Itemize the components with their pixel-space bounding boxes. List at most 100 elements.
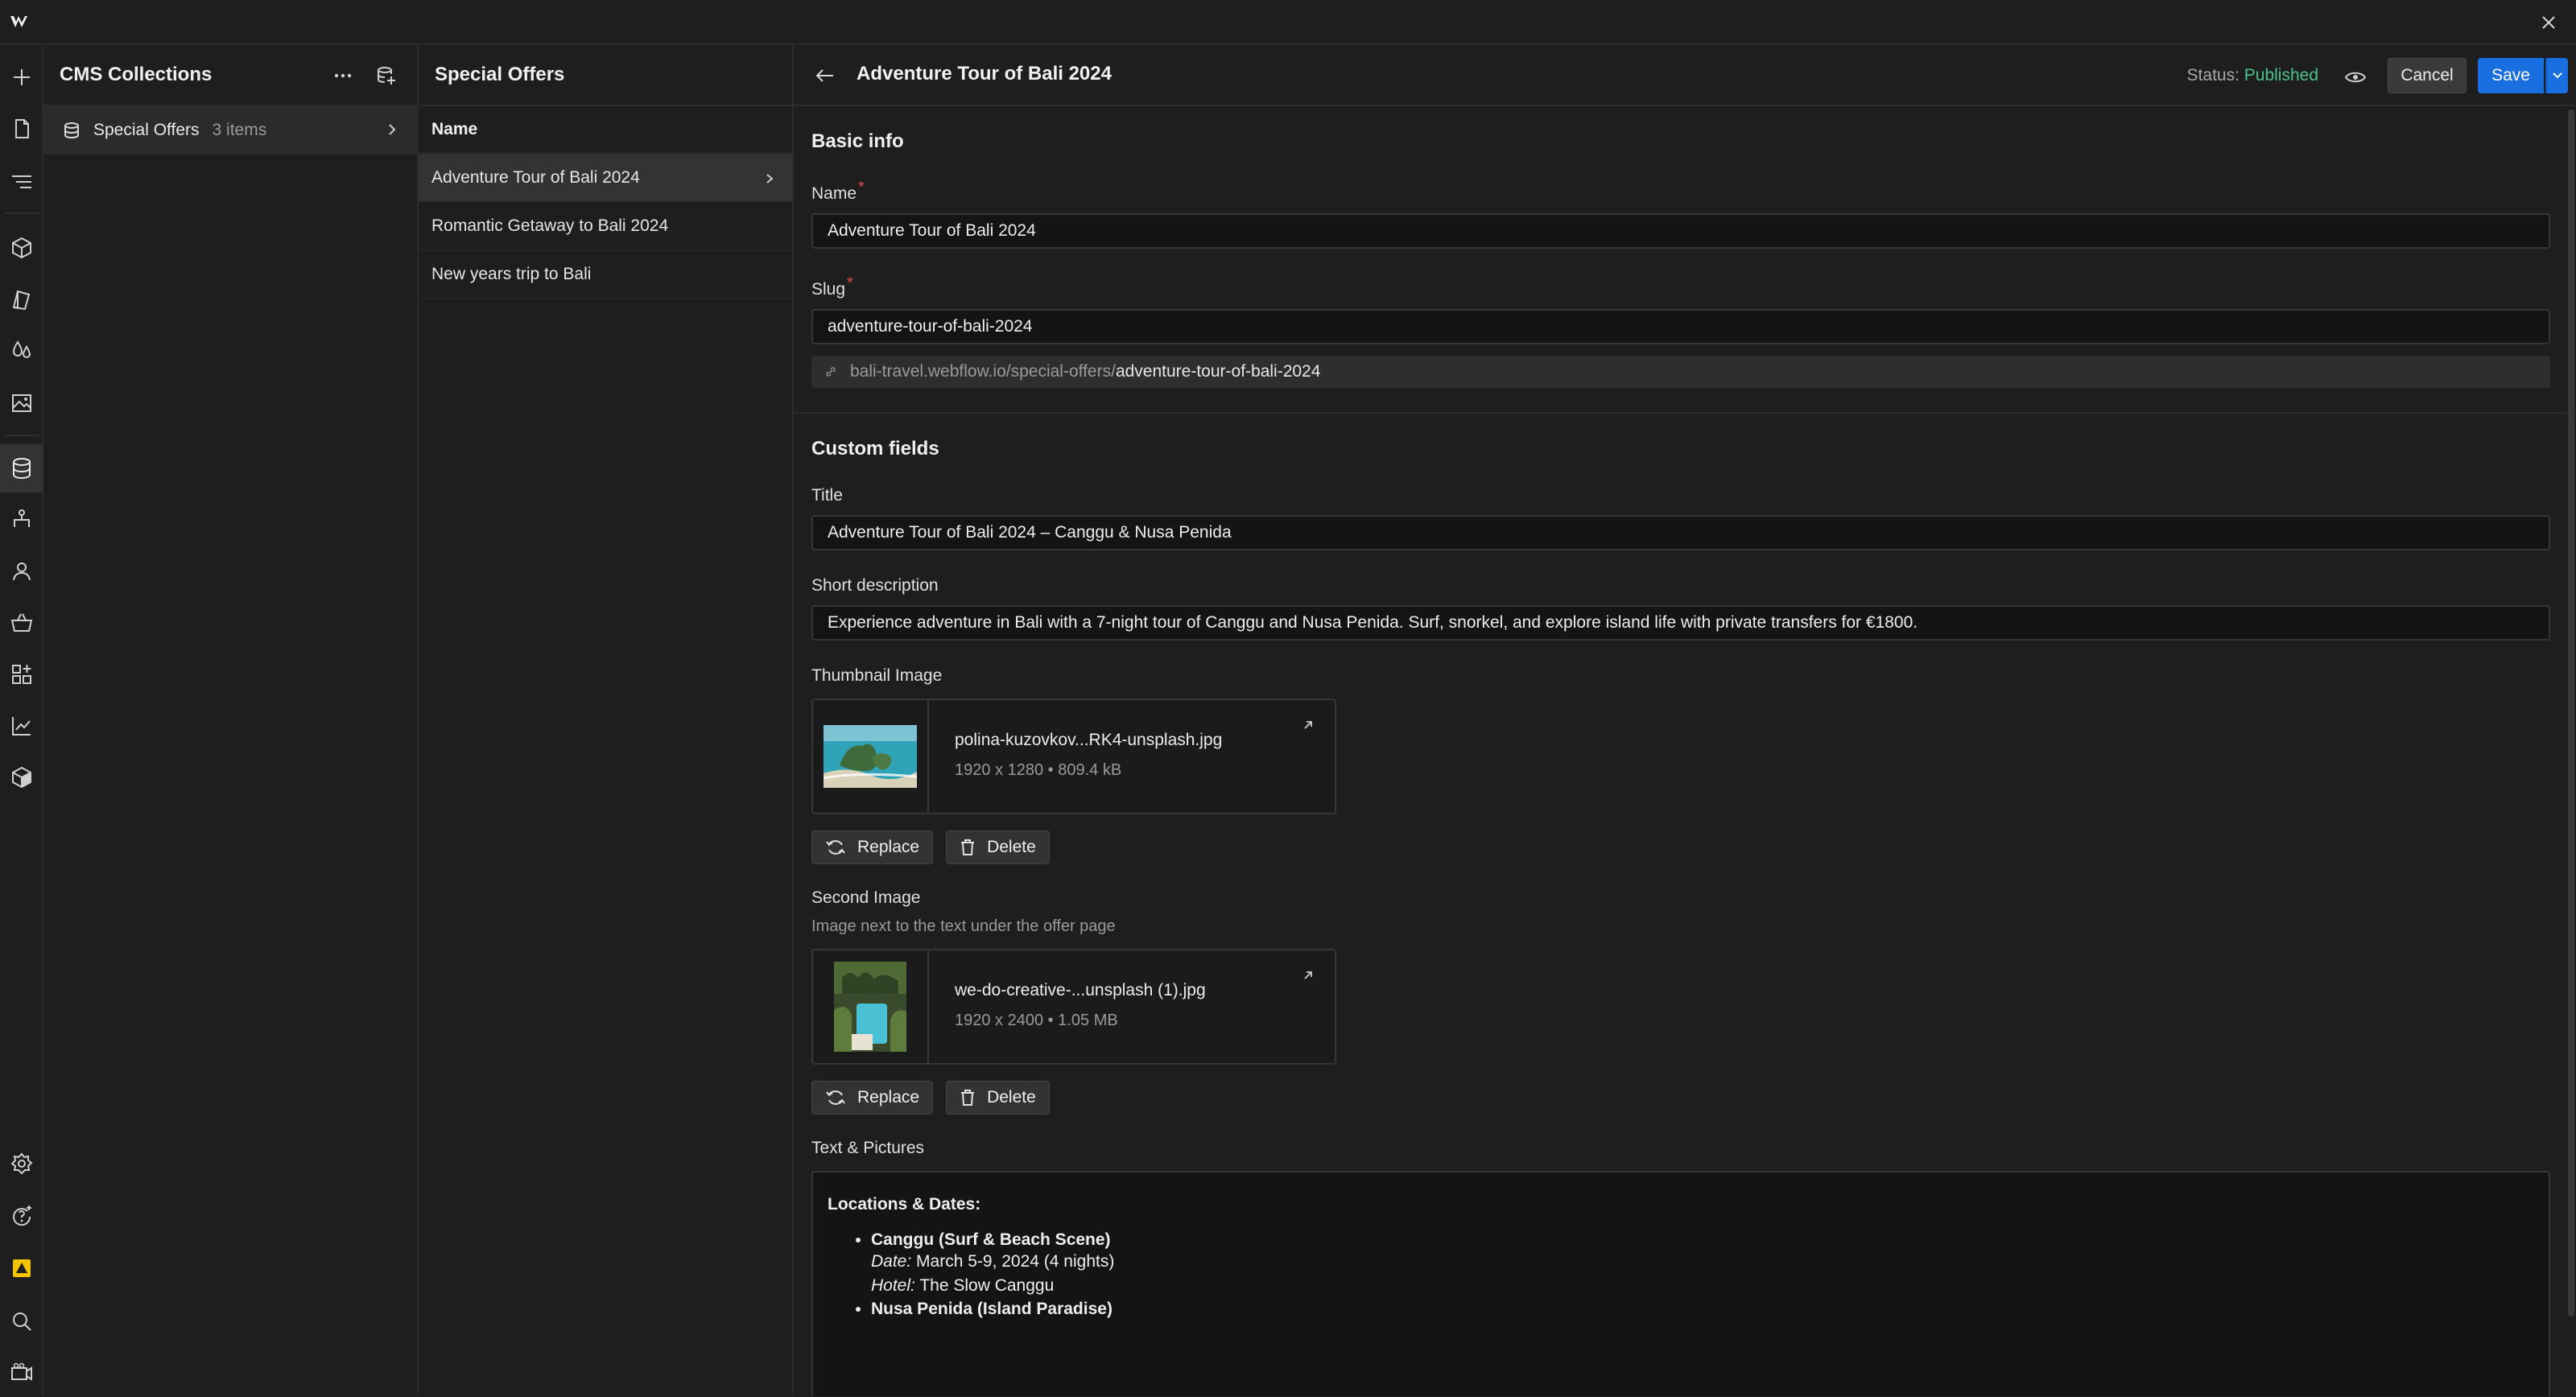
second-image-preview xyxy=(813,950,929,1063)
slug-url-preview[interactable]: bali-travel.webflow.io/special-offers/ad… xyxy=(811,356,2550,388)
replace-label: Replace xyxy=(857,1088,920,1106)
second-image-filename: we-do-creative-...unsplash (1).jpg xyxy=(955,981,1206,999)
location-title: Nusa Penida (Island Paradise) xyxy=(871,1300,1113,1318)
custom-fields-section: Custom fields Title Adventure Tour of Ba… xyxy=(794,438,2576,1396)
collections-header: CMS Collections xyxy=(43,45,417,106)
users-icon[interactable] xyxy=(0,547,43,595)
delete-second-image-button[interactable]: Delete xyxy=(946,1081,1050,1115)
items-header: Special Offers xyxy=(419,45,792,106)
editor-header: Adventure Tour of Bali 2024 Status: Publ… xyxy=(794,45,2576,106)
assets-icon[interactable] xyxy=(0,378,43,427)
thumbnail-preview xyxy=(813,700,929,813)
item-label: Romantic Getaway to Bali 2024 xyxy=(431,216,669,235)
editor-scrollbar[interactable] xyxy=(2568,109,2574,1317)
name-input[interactable]: Adventure Tour of Bali 2024 xyxy=(811,213,2550,249)
cms-collections-panel: CMS Collections Special Offers 3 items xyxy=(43,45,419,1396)
help-icon[interactable] xyxy=(0,1191,43,1239)
cancel-button[interactable]: Cancel xyxy=(2388,58,2467,93)
name-field-label: Name * xyxy=(811,179,865,203)
text-pictures-label: Text & Pictures xyxy=(811,1139,925,1157)
delete-label: Delete xyxy=(987,1088,1036,1106)
title-input[interactable]: Adventure Tour of Bali 2024 – Canggu & N… xyxy=(811,515,2550,550)
delete-thumbnail-button[interactable]: Delete xyxy=(946,830,1050,864)
audit-icon[interactable] xyxy=(0,1244,43,1292)
trash-icon xyxy=(960,1089,976,1106)
add-collection-icon[interactable] xyxy=(372,61,401,90)
second-image-meta: 1920 x 2400 • 1.05 MB xyxy=(955,1012,1118,1029)
items-title: Special Offers xyxy=(435,64,565,85)
navigator-icon[interactable] xyxy=(0,158,43,206)
thumbnail-image-card[interactable]: polina-kuzovkov...RK4-unsplash.jpg 1920 … xyxy=(811,698,1336,814)
libraries-icon[interactable] xyxy=(0,753,43,802)
open-external-icon[interactable] xyxy=(1296,963,1320,987)
item-label: New years trip to Bali xyxy=(431,265,592,283)
rich-text-editor[interactable]: Locations & Dates: Canggu (Surf & Beach … xyxy=(811,1171,2550,1396)
url-slug: adventure-tour-of-bali-2024 xyxy=(1115,362,1321,381)
more-options-icon[interactable] xyxy=(328,61,357,90)
collection-items-panel: Special Offers Name Adventure Tour of Ba… xyxy=(419,45,794,1396)
replace-second-image-button[interactable]: Replace xyxy=(811,1081,934,1115)
video-icon[interactable] xyxy=(0,1349,43,1397)
top-bar xyxy=(0,0,2576,45)
short-description-input[interactable]: Experience adventure in Bali with a 7-ni… xyxy=(811,605,2550,641)
back-arrow-icon[interactable] xyxy=(810,61,839,90)
rail-divider xyxy=(5,212,39,214)
apps-icon[interactable] xyxy=(0,650,43,698)
name-column-header[interactable]: Name xyxy=(419,106,792,155)
short-description-value: Experience adventure in Bali with a 7-ni… xyxy=(828,613,1918,632)
basic-info-heading: Basic info xyxy=(811,130,904,152)
name-input-value: Adventure Tour of Bali 2024 xyxy=(828,221,1036,240)
save-options-chevron-down-icon[interactable] xyxy=(2545,58,2568,93)
database-icon xyxy=(63,122,80,139)
list-item[interactable]: Adventure Tour of Bali 2024 xyxy=(419,155,792,203)
insights-icon[interactable] xyxy=(0,702,43,750)
short-description-label: Short description xyxy=(811,576,939,595)
delete-label: Delete xyxy=(987,838,1036,856)
second-image-hint: Image next to the text under the offer p… xyxy=(811,917,1116,935)
ecommerce-icon[interactable] xyxy=(0,599,43,647)
left-toolbar xyxy=(0,45,43,1396)
url-base: bali-travel.webflow.io/special-offers/ xyxy=(850,362,1116,381)
basic-info-section: Basic info Name * Adventure Tour of Bali … xyxy=(794,130,2576,388)
refresh-icon xyxy=(825,1089,846,1106)
collection-item-special-offers[interactable]: Special Offers 3 items xyxy=(43,106,417,155)
save-button[interactable]: Save xyxy=(2478,58,2544,93)
thumbnail-actions: Replace Delete xyxy=(811,830,2558,864)
collections-title: CMS Collections xyxy=(60,64,213,85)
second-image-card[interactable]: we-do-creative-...unsplash (1).jpg 1920 … xyxy=(811,949,1336,1065)
trash-icon xyxy=(960,839,976,856)
style-guide-icon[interactable] xyxy=(0,275,43,323)
thumbnail-beach-image xyxy=(824,725,917,788)
replace-label: Replace xyxy=(857,838,920,856)
hotel-value: The Slow Canggu xyxy=(919,1276,1055,1295)
webflow-logo-icon[interactable] xyxy=(0,0,43,43)
pages-icon[interactable] xyxy=(0,105,43,153)
variables-icon[interactable] xyxy=(0,327,43,375)
preview-eye-icon[interactable] xyxy=(2341,63,2370,92)
collection-count: 3 items xyxy=(212,121,267,139)
list-item[interactable]: Romantic Getaway to Bali 2024 xyxy=(419,203,792,251)
logic-icon[interactable] xyxy=(0,496,43,544)
list-item[interactable]: New years trip to Bali xyxy=(419,251,792,299)
status-label: Status: xyxy=(2186,66,2240,84)
slug-input[interactable]: adventure-tour-of-bali-2024 xyxy=(811,309,2550,344)
list-item: Nusa Penida (Island Paradise) xyxy=(871,1300,2534,1319)
search-icon[interactable] xyxy=(0,1297,43,1345)
add-icon[interactable] xyxy=(0,53,43,101)
open-external-icon[interactable] xyxy=(1296,713,1320,737)
date-value: March 5-9, 2024 (4 nights) xyxy=(916,1252,1115,1271)
status-text: Status: Published xyxy=(2187,66,2318,85)
list-item: Canggu (Surf & Beach Scene) Date: March … xyxy=(871,1230,2534,1298)
rail-divider xyxy=(5,435,39,436)
settings-icon[interactable] xyxy=(0,1139,43,1188)
replace-thumbnail-button[interactable]: Replace xyxy=(811,830,934,864)
title-field-label: Title xyxy=(811,486,843,505)
slug-field-label: Slug * xyxy=(811,274,853,299)
collection-label: Special Offers xyxy=(93,121,200,139)
thumbnail-filename: polina-kuzovkov...RK4-unsplash.jpg xyxy=(955,731,1223,749)
cms-icon[interactable] xyxy=(0,444,43,492)
components-icon[interactable] xyxy=(0,224,43,272)
close-icon[interactable] xyxy=(2534,8,2563,37)
status-badge: Published xyxy=(2244,66,2318,84)
locations-list: Canggu (Surf & Beach Scene) Date: March … xyxy=(828,1230,2534,1319)
